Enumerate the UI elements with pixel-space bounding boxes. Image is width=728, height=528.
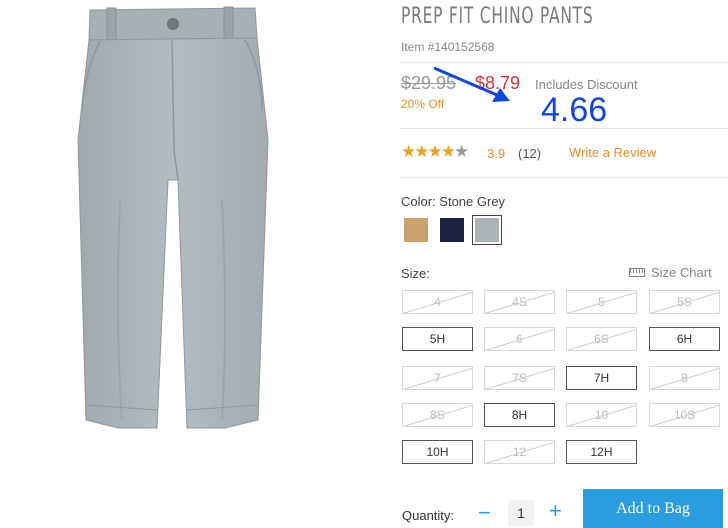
size-option-6h[interactable]: 6H (649, 327, 720, 351)
product-image (77, 6, 269, 429)
size-label: Size: (401, 266, 430, 281)
quantity-decrease-button[interactable]: − (478, 500, 491, 526)
swatch-khaki[interactable] (404, 218, 428, 242)
swatch-navy[interactable] (440, 218, 464, 242)
size-option-7h[interactable]: 7H (566, 366, 637, 390)
size-option-6[interactable]: 6 (484, 327, 555, 351)
quantity-label: Quantity: (402, 508, 455, 523)
size-option-6s[interactable]: 6S (566, 327, 637, 351)
write-review-link[interactable]: Write a Review (569, 145, 656, 160)
review-count: (12) (518, 146, 542, 161)
size-option-8[interactable]: 8 (649, 366, 720, 390)
size-option-8s[interactable]: 8S (402, 403, 473, 427)
size-option-5h[interactable]: 5H (402, 327, 473, 351)
size-option-10h[interactable]: 10H (402, 440, 473, 464)
size-chart-link[interactable]: Size Chart (629, 265, 712, 280)
size-option-5s[interactable]: 5S (649, 290, 720, 314)
size-option-12h[interactable]: 12H (566, 440, 637, 464)
size-option-10s[interactable]: 10S (649, 403, 720, 427)
swatch-stone-grey[interactable] (475, 218, 499, 242)
size-option-7[interactable]: 7 (402, 366, 473, 390)
size-option-8h[interactable]: 8H (484, 403, 555, 427)
product-title: PREP FIT CHINO PANTS (401, 4, 594, 29)
divider (400, 128, 728, 129)
size-option-4[interactable]: 4 (402, 290, 473, 314)
color-label: Color: Stone Grey (401, 194, 506, 209)
size-option-12[interactable]: 12 (484, 440, 555, 464)
annotation-value: 4.66 (541, 91, 608, 129)
star-rating-icon: ★★★★★ (401, 142, 469, 161)
size-option-7s[interactable]: 7S (484, 366, 555, 390)
quantity-increase-button[interactable]: + (549, 498, 562, 524)
add-to-bag-button[interactable]: Add to Bag (583, 489, 723, 528)
size-chart-label: Size Chart (651, 265, 712, 280)
ruler-icon (629, 268, 645, 278)
quantity-field[interactable]: 1 (508, 500, 534, 526)
rating-value: 3.9 (487, 146, 506, 161)
divider (400, 177, 728, 178)
size-option-5[interactable]: 5 (566, 290, 637, 314)
discount-note: Includes Discount (535, 77, 638, 92)
size-option-10[interactable]: 10 (566, 403, 637, 427)
size-option-4s[interactable]: 4S (484, 290, 555, 314)
annotation-arrow-icon (433, 66, 510, 102)
divider (400, 62, 728, 63)
item-number: Item #140152568 (401, 40, 495, 54)
